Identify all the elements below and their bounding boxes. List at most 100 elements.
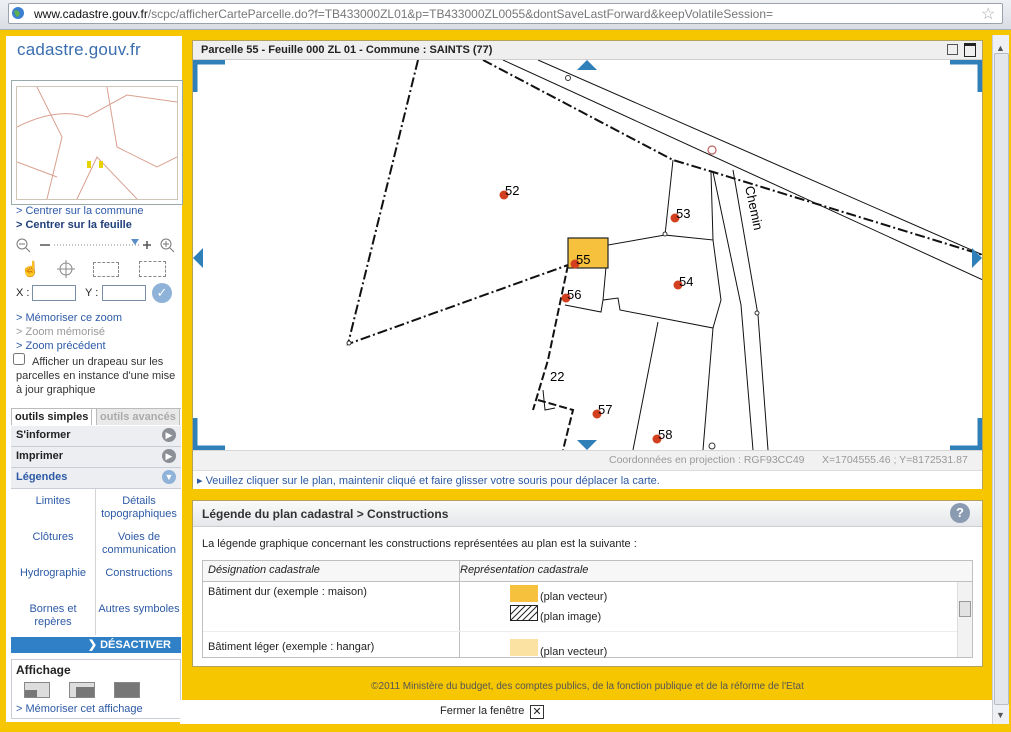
legend-title-bar: Légende du plan cadastral > Construction… [193, 501, 982, 527]
row-designation: Bâtiment léger (exemple : hangar) [208, 641, 375, 653]
coordinates-value: X=1704555.46 ; Y=8172531.87 [822, 454, 968, 466]
map-title: Parcelle 55 - Feuille 000 ZL 01 - Commun… [201, 44, 493, 56]
globe-icon [12, 7, 24, 19]
memorize-display-link[interactable]: > Mémoriser cet affichage [16, 703, 143, 715]
center-feuille-link[interactable]: > Centrer sur la feuille [16, 219, 132, 231]
layout-option-3-icon[interactable] [114, 682, 140, 698]
validate-check-icon[interactable]: ✓ [152, 283, 172, 303]
pan-up-arrow-icon[interactable] [577, 60, 597, 70]
scroll-thumb[interactable] [959, 601, 971, 617]
legend-constructions[interactable]: Constructions [97, 563, 181, 599]
legend-row-divider [203, 631, 972, 632]
map-title-bar: Parcelle 55 - Feuille 000 ZL 01 - Commun… [193, 41, 982, 60]
corner-bracket-br [950, 418, 982, 450]
arrow-right-icon: ▶ [162, 428, 176, 442]
restore-window-icon[interactable] [947, 44, 958, 55]
projection-label: Coordonnées en projection : RGF93CC49 [609, 454, 805, 466]
memorized-zoom-link: > Zoom mémorisé [16, 326, 105, 338]
scroll-down-icon[interactable]: ▼ [996, 710, 1005, 720]
hatched-swatch-icon [510, 605, 538, 621]
col-designation-header: Désignation cadastrale [208, 564, 320, 576]
row-image-label: (plan image) [540, 611, 602, 623]
arrow-down-icon: ▼ [162, 470, 176, 484]
legend-grid: Limites Détails topographiques Clôtures … [11, 489, 181, 635]
menu-legends[interactable]: Légendes ▼ [11, 468, 181, 489]
memorize-zoom-link[interactable]: > Mémoriser ce zoom [16, 312, 122, 324]
menu-print-label: Imprimer [16, 450, 64, 462]
light-building-vector-swatch [510, 639, 538, 656]
parcel-55-label: 55 [576, 252, 590, 267]
pan-hand-icon[interactable]: ☝ [21, 260, 40, 278]
corner-bracket-tr [950, 60, 982, 92]
menu-inform-label: S'informer [16, 429, 71, 441]
display-title: Affichage [16, 663, 71, 677]
parcel-56-label: 56 [567, 287, 581, 302]
pan-right-arrow-icon[interactable] [972, 248, 982, 268]
arrow-right-icon: ▶ [162, 449, 176, 463]
legend-details-topo[interactable]: Détails topographiques [97, 491, 181, 527]
parcel-22-label: 22 [550, 369, 564, 384]
menu-legends-label: Légendes [16, 471, 68, 483]
row-vector-label: (plan vecteur) [540, 646, 608, 658]
legend-intro: La légende graphique concernant les cons… [202, 538, 637, 550]
legend-grid-divider [95, 489, 96, 635]
legend-bornes[interactable]: Bornes et repères [11, 599, 95, 635]
scroll-up-icon[interactable]: ▲ [996, 43, 1005, 53]
help-question-icon[interactable]: ? [950, 503, 970, 523]
road-label: Chemin [742, 185, 766, 232]
legend-autres[interactable]: Autres symboles [97, 599, 181, 635]
menu-inform[interactable]: S'informer ▶ [11, 426, 181, 447]
pan-left-arrow-icon[interactable] [193, 248, 203, 268]
parcel-58-label: 58 [658, 427, 672, 442]
center-commune-link[interactable]: > Centrer sur la commune [16, 205, 143, 217]
row-designation: Bâtiment dur (exemple : maison) [208, 586, 367, 598]
hard-building-vector-swatch [510, 585, 538, 602]
maximize-window-icon[interactable] [964, 43, 976, 57]
x-label: X : [16, 287, 30, 299]
zoom-extent-icon[interactable] [139, 261, 166, 277]
legend-limites[interactable]: Limites [11, 491, 95, 527]
chevron-right-icon: ❯ [87, 639, 101, 651]
close-x-icon[interactable]: ✕ [530, 705, 544, 719]
scroll-thumb[interactable] [994, 53, 1009, 705]
parcel-54-label: 54 [679, 274, 693, 289]
legend-voies[interactable]: Voies de communication [97, 527, 181, 563]
layout-option-2-icon[interactable] [69, 682, 95, 698]
legend-hydrographie[interactable]: Hydrographie [11, 563, 95, 599]
legend-clotures[interactable]: Clôtures [11, 527, 95, 563]
legend-title: Légende du plan cadastral > Construction… [202, 507, 449, 521]
tab-simple-tools[interactable]: outils simples [11, 408, 93, 425]
overview-minimap[interactable] [16, 86, 178, 200]
bookmark-star-icon[interactable]: ☆ [981, 4, 995, 24]
cadastral-map[interactable]: 52 53 55 54 56 22 57 58 Chemin [193, 60, 982, 450]
row-vector-label: (plan vecteur) [540, 591, 608, 603]
map-hint: ▸ Veuillez cliquer sur le plan, mainteni… [197, 475, 660, 487]
deactivate-button[interactable]: ❯ DÉSACTIVER [11, 637, 181, 653]
y-coordinate-input[interactable] [102, 285, 146, 301]
close-window-label[interactable]: Fermer la fenêtre [440, 705, 524, 717]
display-panel: Affichage > Mémoriser cet affichage [11, 659, 181, 719]
parcel-57-label: 57 [598, 402, 612, 417]
layout-option-1-icon[interactable] [24, 682, 50, 698]
menu-print[interactable]: Imprimer ▶ [11, 447, 181, 468]
footer: ©2011 Ministère du budget, des comptes p… [192, 672, 983, 700]
zoom-box-icon[interactable] [93, 262, 119, 277]
page-scrollbar[interactable]: ▲ ▼ [992, 35, 1009, 724]
zoom-slider[interactable] [14, 236, 180, 254]
deactivate-label: DÉSACTIVER [100, 639, 171, 651]
tab-advanced-tools[interactable]: outils avancés [96, 408, 180, 425]
pan-down-arrow-icon[interactable] [577, 440, 597, 450]
flag-checkbox-label: Afficher un drapeau sur les parcelles en… [16, 356, 176, 396]
y-label: Y : [85, 287, 99, 299]
legend-table-scrollbar[interactable] [957, 582, 972, 657]
x-coordinate-input[interactable] [32, 285, 76, 301]
site-logo[interactable]: cadastre.gouv.fr [17, 40, 141, 60]
parcel-52-label: 52 [505, 183, 519, 198]
crosshair-icon[interactable] [56, 259, 76, 279]
previous-zoom-link[interactable]: > Zoom précédent [16, 340, 106, 352]
close-bar: Fermer la fenêtre ✕ [180, 700, 992, 724]
corner-bracket-tl [193, 60, 225, 92]
corner-bracket-bl [193, 418, 225, 450]
parcel-53-label: 53 [676, 206, 690, 221]
legend-table: Désignation cadastrale Représentation ca… [202, 560, 973, 658]
